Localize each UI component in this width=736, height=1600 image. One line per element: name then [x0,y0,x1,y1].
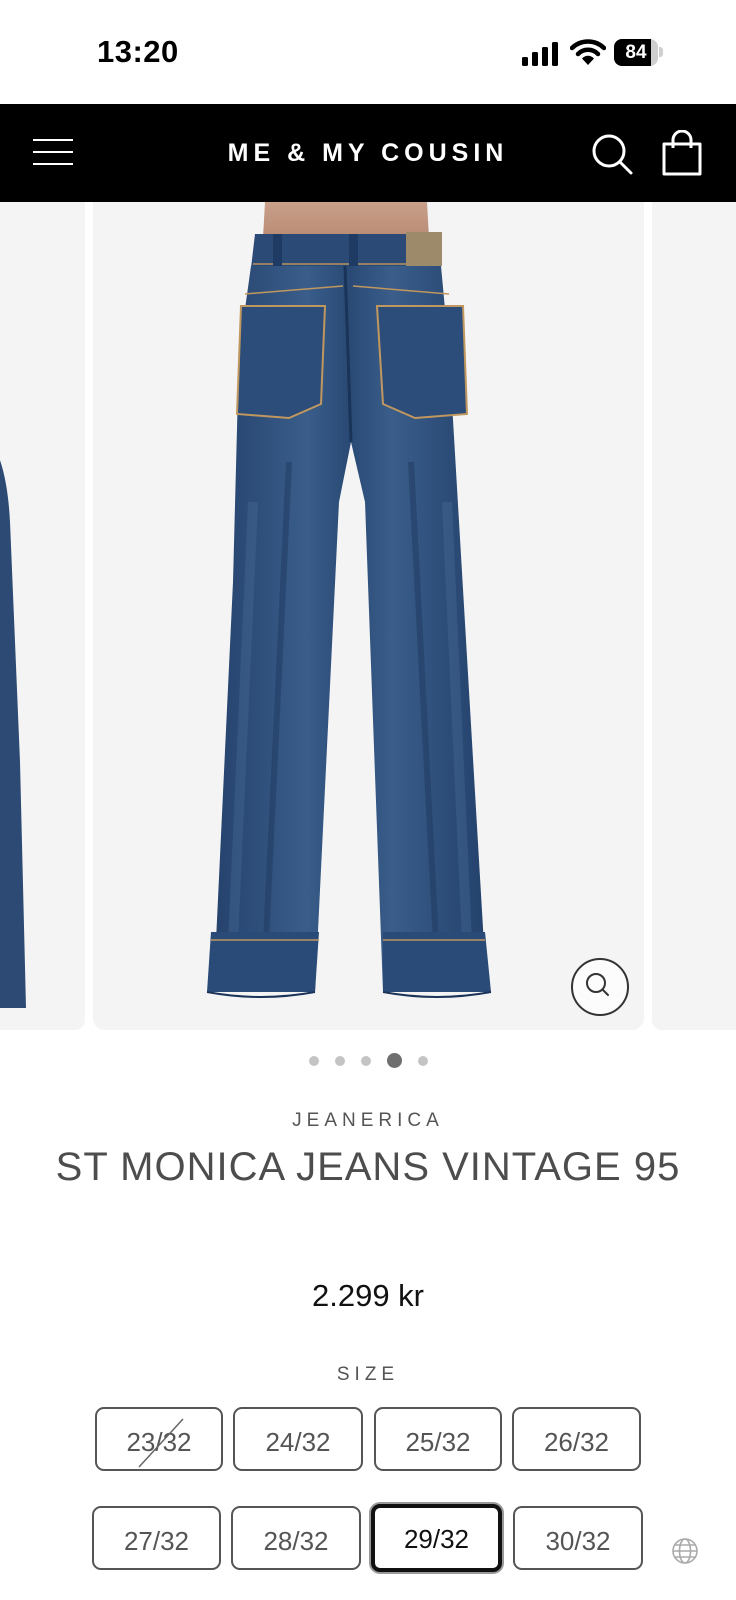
product-gallery[interactable] [0,202,736,1032]
size-option[interactable]: 23/32 [95,1407,223,1471]
size-option-label: 23/32 [126,1427,192,1457]
battery-percent: 84 [625,42,647,63]
battery-indicator: 84 [614,39,663,66]
size-option-label: 24/32 [265,1427,331,1457]
product-image-jeans-back [206,202,492,998]
gallery-dot[interactable] [308,1055,319,1066]
site-header: ME & MY COUSIN [0,104,736,202]
gallery-pagination [0,1052,736,1072]
product-title: ST MONICA JEANS VINTAGE 95 [55,1145,681,1189]
status-bar: 13:20 84 [0,0,736,104]
zoom-icon [586,973,609,996]
size-option[interactable]: 29/32 [371,1504,502,1572]
product-vendor[interactable]: JEANERICA [0,1110,736,1132]
search-icon [592,134,633,175]
cart-icon [662,129,702,176]
gallery-dot[interactable] [386,1053,402,1069]
globe-icon[interactable] [671,1537,699,1565]
size-option[interactable]: 24/32 [233,1407,363,1471]
size-option[interactable]: 25/32 [374,1407,502,1471]
gallery-dot[interactable] [417,1055,428,1066]
size-option-label: 30/32 [545,1526,611,1556]
signal-icon [522,42,558,66]
menu-button[interactable] [30,132,76,172]
cart-button[interactable] [660,129,704,176]
product-image-previous [0,460,26,1008]
size-option-label: 25/32 [405,1427,471,1457]
gallery-slide-previous[interactable] [0,202,85,1030]
gallery-dot[interactable] [360,1055,371,1066]
size-option[interactable]: 28/32 [231,1506,361,1570]
size-option-label: 28/32 [263,1526,329,1556]
zoom-button[interactable] [571,958,629,1016]
gallery-slide-current[interactable] [93,202,644,1030]
size-option-label: 27/32 [123,1526,190,1556]
gallery-dot[interactable] [334,1055,345,1066]
size-option[interactable]: 27/32 [92,1506,221,1570]
wifi-icon [570,39,606,65]
size-option[interactable]: 26/32 [512,1407,641,1471]
status-time: 13:20 [97,34,179,69]
gallery-slide-next[interactable] [652,202,736,1030]
size-option-label: 26/32 [543,1427,610,1457]
size-label: SIZE [336,1364,400,1385]
menu-icon [33,139,73,165]
product-price: 2.299 kr [311,1278,424,1313]
size-option[interactable]: 30/32 [513,1506,643,1570]
search-button[interactable] [590,132,634,176]
size-option-label: 29/32 [403,1524,470,1554]
brand-logo[interactable]: ME & MY COUSIN [160,104,576,202]
